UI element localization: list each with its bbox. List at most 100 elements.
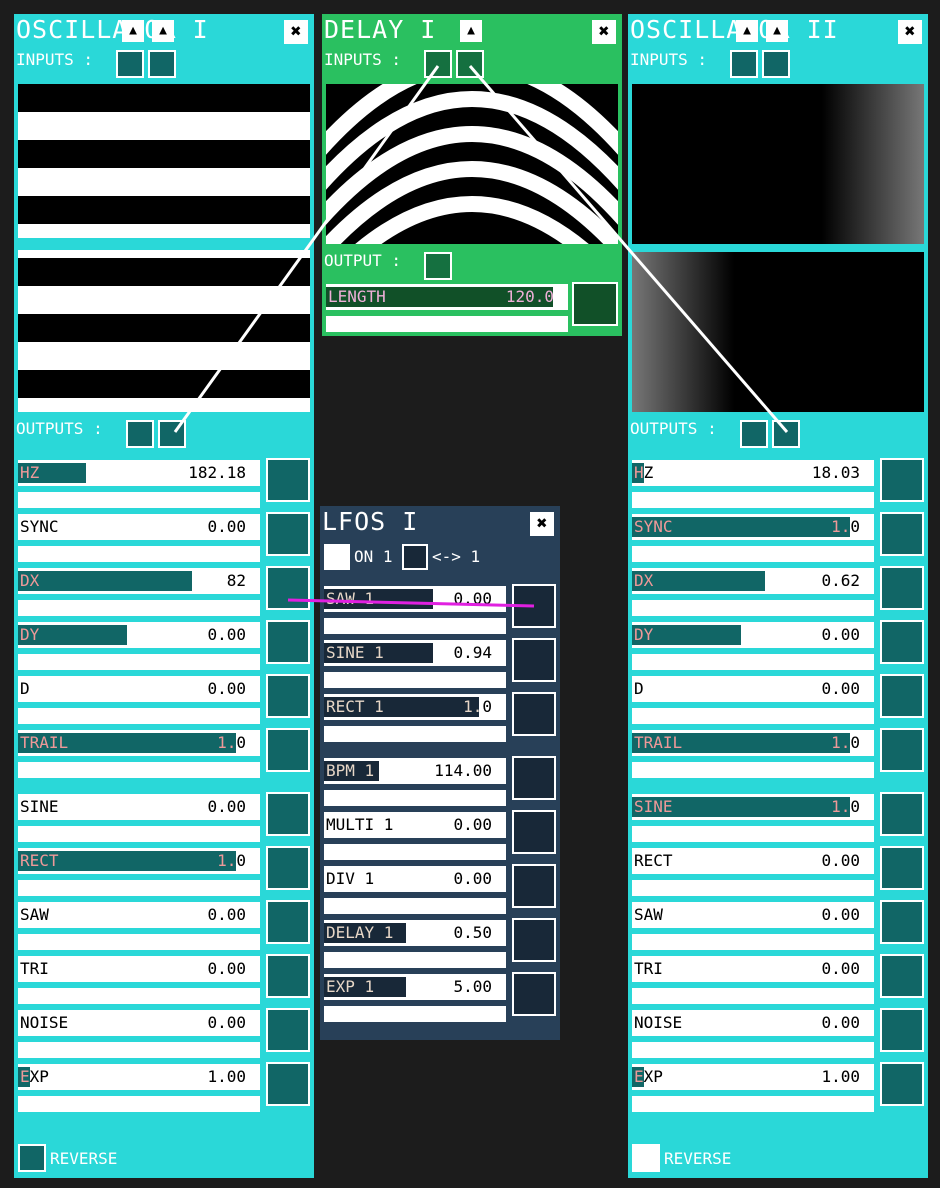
slider[interactable]: TRAIL 1.0	[632, 730, 874, 756]
output-port[interactable]	[158, 420, 186, 448]
modulation-port[interactable]	[512, 810, 556, 854]
slider[interactable]: SYNC 1.0	[632, 514, 874, 540]
lfo-swap-checkbox[interactable]	[402, 544, 428, 570]
modulation-bar[interactable]	[18, 654, 260, 670]
modulation-bar[interactable]	[632, 654, 874, 670]
modulation-bar[interactable]	[18, 826, 260, 842]
modulation-port[interactable]	[512, 584, 556, 628]
modulation-bar[interactable]	[324, 1006, 506, 1022]
modulation-bar[interactable]	[632, 988, 874, 1004]
modulation-port[interactable]	[266, 900, 310, 944]
slider[interactable]: D 0.00	[632, 676, 874, 702]
reverse-checkbox[interactable]	[18, 1144, 46, 1172]
modulation-port[interactable]	[512, 864, 556, 908]
modulation-bar[interactable]	[18, 1096, 260, 1112]
modulation-bar[interactable]	[632, 880, 874, 896]
slider[interactable]: SYNC 0.00	[18, 514, 260, 540]
modulation-bar[interactable]	[632, 934, 874, 950]
length-mod-port[interactable]	[572, 282, 618, 326]
close-icon[interactable]: ✖	[898, 20, 922, 44]
reverse-checkbox[interactable]	[632, 1144, 660, 1172]
modulation-port[interactable]	[512, 756, 556, 800]
modulation-port[interactable]	[266, 792, 310, 836]
modulation-port[interactable]	[266, 954, 310, 998]
slider[interactable]: SINE 0.00	[18, 794, 260, 820]
output-port[interactable]	[126, 420, 154, 448]
slider[interactable]: DY 0.00	[18, 622, 260, 648]
modulation-port[interactable]	[880, 566, 924, 610]
slider[interactable]: RECT 1 1.0	[324, 694, 506, 720]
modulation-port[interactable]	[880, 728, 924, 772]
modulation-port[interactable]	[266, 1062, 310, 1106]
input-port[interactable]	[762, 50, 790, 78]
modulation-port[interactable]	[512, 638, 556, 682]
modulation-bar[interactable]	[18, 600, 260, 616]
input-port[interactable]	[424, 50, 452, 78]
modulation-bar[interactable]	[18, 762, 260, 778]
slider[interactable]: EXP 1 5.00	[324, 974, 506, 1000]
output-port[interactable]	[740, 420, 768, 448]
modulation-port[interactable]	[880, 900, 924, 944]
slider[interactable]: MULTI 1 0.00	[324, 812, 506, 838]
slider[interactable]: TRI 0.00	[632, 956, 874, 982]
slider[interactable]: DELAY 1 0.50	[324, 920, 506, 946]
modulation-bar[interactable]	[632, 1096, 874, 1112]
modulation-bar[interactable]	[632, 762, 874, 778]
modulation-port[interactable]	[266, 620, 310, 664]
modulation-bar[interactable]	[324, 898, 506, 914]
slider[interactable]: DX 82	[18, 568, 260, 594]
move-up-icon[interactable]: ▲	[736, 20, 758, 42]
move-up-icon[interactable]: ▲	[122, 20, 144, 42]
modulation-port[interactable]	[512, 692, 556, 736]
close-icon[interactable]: ✖	[530, 512, 554, 536]
modulation-bar[interactable]	[632, 546, 874, 562]
input-port[interactable]	[148, 50, 176, 78]
slider[interactable]: NOISE 0.00	[18, 1010, 260, 1036]
output-port[interactable]	[772, 420, 800, 448]
modulation-bar[interactable]	[632, 492, 874, 508]
modulation-port[interactable]	[880, 1062, 924, 1106]
length-slider[interactable]: LENGTH 120.0	[326, 284, 568, 310]
slider[interactable]: HZ 182.18	[18, 460, 260, 486]
modulation-port[interactable]	[266, 1008, 310, 1052]
modulation-bar[interactable]	[324, 618, 506, 634]
slider[interactable]: SINE 1.0	[632, 794, 874, 820]
input-port[interactable]	[730, 50, 758, 78]
length-mod-bar[interactable]	[326, 316, 568, 332]
modulation-port[interactable]	[266, 728, 310, 772]
slider[interactable]: DIV 1 0.00	[324, 866, 506, 892]
slider[interactable]: EXP 1.00	[18, 1064, 260, 1090]
slider[interactable]: HZ 18.03	[632, 460, 874, 486]
move-up-icon[interactable]: ▲	[460, 20, 482, 42]
modulation-bar[interactable]	[324, 952, 506, 968]
modulation-bar[interactable]	[324, 844, 506, 860]
move-up-icon[interactable]: ▲	[152, 20, 174, 42]
modulation-bar[interactable]	[18, 708, 260, 724]
modulation-port[interactable]	[880, 846, 924, 890]
modulation-port[interactable]	[512, 972, 556, 1016]
slider[interactable]: SINE 1 0.94	[324, 640, 506, 666]
modulation-port[interactable]	[266, 512, 310, 556]
modulation-port[interactable]	[880, 620, 924, 664]
slider[interactable]: DX 0.62	[632, 568, 874, 594]
slider[interactable]: TRAIL 1.0	[18, 730, 260, 756]
output-port[interactable]	[424, 252, 452, 280]
input-port[interactable]	[116, 50, 144, 78]
slider[interactable]: NOISE 0.00	[632, 1010, 874, 1036]
modulation-port[interactable]	[880, 1008, 924, 1052]
modulation-port[interactable]	[266, 566, 310, 610]
slider[interactable]: SAW 0.00	[18, 902, 260, 928]
modulation-bar[interactable]	[324, 726, 506, 742]
modulation-bar[interactable]	[18, 546, 260, 562]
slider[interactable]: DY 0.00	[632, 622, 874, 648]
slider[interactable]: SAW 0.00	[632, 902, 874, 928]
modulation-port[interactable]	[880, 674, 924, 718]
modulation-bar[interactable]	[632, 826, 874, 842]
slider[interactable]: TRI 0.00	[18, 956, 260, 982]
modulation-bar[interactable]	[18, 934, 260, 950]
move-up-icon[interactable]: ▲	[766, 20, 788, 42]
close-icon[interactable]: ✖	[592, 20, 616, 44]
modulation-port[interactable]	[266, 458, 310, 502]
modulation-bar[interactable]	[324, 790, 506, 806]
modulation-port[interactable]	[880, 458, 924, 502]
